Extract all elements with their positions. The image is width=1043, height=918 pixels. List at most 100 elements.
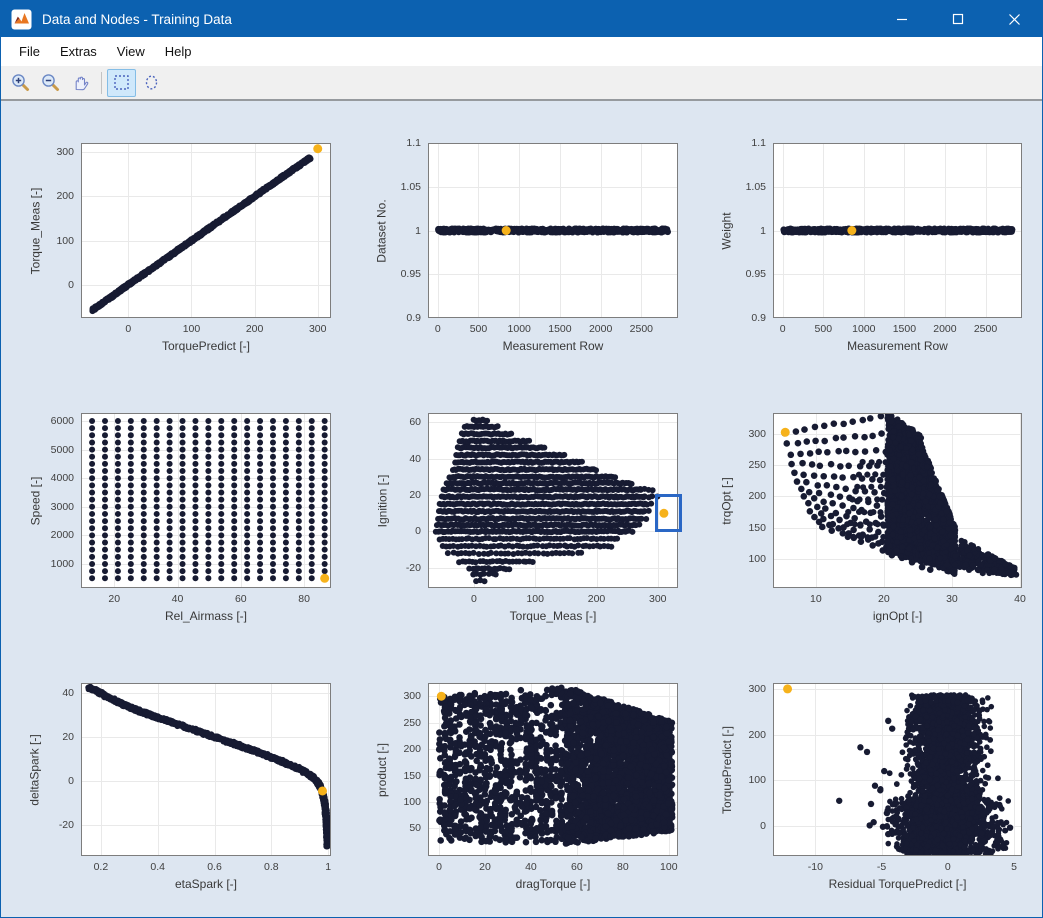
menu-bar: File Extras View Help — [1, 37, 1042, 66]
x-tick-label: 300 — [309, 323, 327, 335]
x-tick-label: 200 — [246, 323, 264, 335]
y-tick-label: 20 — [409, 489, 421, 501]
scatter-canvas[interactable] — [428, 683, 678, 856]
y-tick-label: 100 — [748, 553, 766, 565]
subplot-weight-vs-measurementrow[interactable]: Weight Measurement Row 05001000150020002… — [773, 143, 1022, 318]
x-tick-label: 0 — [436, 861, 442, 873]
y-tick-label: -20 — [406, 562, 421, 574]
window-title: Data and Nodes - Training Data — [42, 12, 874, 27]
y-tick-label: 0.9 — [406, 312, 421, 324]
x-axis-label: TorquePredict [-] — [81, 339, 331, 353]
maximize-button[interactable] — [930, 1, 986, 37]
y-tick-label: 3000 — [51, 501, 74, 513]
x-axis-label: etaSpark [-] — [81, 877, 331, 891]
x-axis-label: Torque_Meas [-] — [428, 609, 678, 623]
y-tick-label: 0 — [68, 279, 74, 291]
y-tick-label: 50 — [409, 822, 421, 834]
figure-canvas-area: Torque_Meas [-] TorquePredict [-] 010020… — [1, 101, 1042, 917]
x-axis-label: Measurement Row — [773, 339, 1022, 353]
pan-button[interactable] — [66, 69, 95, 97]
x-tick-label: 500 — [470, 323, 488, 335]
menu-help[interactable]: Help — [155, 40, 202, 63]
subplot-trqopt-vs-ignopt[interactable]: trqOpt [-] ignOpt [-] 102030401001502002… — [773, 413, 1022, 588]
y-tick-label: 2000 — [51, 529, 74, 541]
scatter-canvas[interactable] — [773, 143, 1022, 318]
rect-select-button[interactable] — [107, 69, 136, 97]
y-tick-label: 150 — [748, 522, 766, 534]
close-button[interactable] — [986, 1, 1042, 37]
scatter-canvas[interactable] — [81, 143, 331, 318]
scatter-canvas[interactable] — [773, 413, 1022, 588]
y-tick-label: 1.05 — [746, 181, 766, 193]
subplot-torquemeas-vs-torquepredict[interactable]: Torque_Meas [-] TorquePredict [-] 010020… — [81, 143, 331, 318]
ellipse-select-icon — [142, 73, 161, 92]
subplot-speed-vs-relairmass[interactable]: Speed [-] Rel_Airmass [-] 20406080100020… — [81, 413, 331, 588]
x-axis-label: Rel_Airmass [-] — [81, 609, 331, 623]
y-tick-label: 250 — [748, 459, 766, 471]
toolbar-separator — [101, 72, 102, 94]
y-tick-label: -20 — [59, 819, 74, 831]
x-tick-label: 0.4 — [150, 861, 165, 873]
subplot-product-vs-dragtorque[interactable]: product [-] dragTorque [-] 0204060801005… — [428, 683, 678, 856]
y-tick-label: 1 — [760, 225, 766, 237]
x-tick-label: 1000 — [852, 323, 875, 335]
y-tick-label: 200 — [748, 729, 766, 741]
y-tick-label: 300 — [403, 690, 421, 702]
x-tick-label: 0.2 — [94, 861, 109, 873]
x-tick-label: 40 — [172, 593, 184, 605]
zoom-in-button[interactable] — [6, 69, 35, 97]
ellipse-select-button[interactable] — [137, 69, 166, 97]
y-tick-label: 5000 — [51, 444, 74, 456]
scatter-canvas[interactable] — [81, 683, 331, 856]
y-tick-label: 1 — [415, 225, 421, 237]
scatter-canvas[interactable] — [428, 143, 678, 318]
x-tick-label: 80 — [298, 593, 310, 605]
x-tick-label: 20 — [108, 593, 120, 605]
x-tick-label: 100 — [660, 861, 678, 873]
window-controls — [874, 1, 1042, 37]
close-icon — [1008, 13, 1021, 26]
x-tick-label: 100 — [526, 593, 544, 605]
x-tick-label: -10 — [808, 861, 823, 873]
scatter-canvas[interactable] — [81, 413, 331, 588]
zoom-out-button[interactable] — [36, 69, 65, 97]
x-tick-label: 60 — [235, 593, 247, 605]
menu-extras[interactable]: Extras — [50, 40, 107, 63]
x-tick-label: 0.8 — [264, 861, 279, 873]
x-tick-label: 2000 — [933, 323, 956, 335]
selection-rectangle[interactable] — [655, 494, 682, 532]
window-titlebar[interactable]: Data and Nodes - Training Data — [1, 1, 1042, 37]
y-tick-label: 100 — [748, 774, 766, 786]
x-axis-label: ignOpt [-] — [773, 609, 1022, 623]
x-tick-label: 40 — [525, 861, 537, 873]
x-tick-label: 0.6 — [207, 861, 222, 873]
y-tick-label: 1.1 — [751, 137, 766, 149]
y-tick-label: 1.05 — [401, 181, 421, 193]
subplot-datasetno-vs-measurementrow[interactable]: Dataset No. Measurement Row 050010001500… — [428, 143, 678, 318]
scatter-canvas[interactable] — [773, 683, 1022, 856]
menu-view[interactable]: View — [107, 40, 155, 63]
x-tick-label: 5 — [1011, 861, 1017, 873]
menu-file[interactable]: File — [9, 40, 50, 63]
y-tick-label: 300 — [748, 683, 766, 695]
x-tick-label: 40 — [1014, 593, 1026, 605]
x-tick-label: 300 — [649, 593, 667, 605]
x-tick-label: 10 — [810, 593, 822, 605]
subplot-ignition-vs-torquemeas[interactable]: Ignition [-] Torque_Meas [-] 0100200300-… — [428, 413, 678, 588]
pan-hand-icon — [71, 73, 90, 92]
x-tick-label: 2000 — [589, 323, 612, 335]
y-tick-label: 200 — [403, 743, 421, 755]
y-tick-label: 250 — [403, 717, 421, 729]
subplot-torquepredict-vs-residual[interactable]: TorquePredict [-] Residual TorquePredict… — [773, 683, 1022, 856]
x-tick-label: 1500 — [893, 323, 916, 335]
x-axis-label: dragTorque [-] — [428, 877, 678, 891]
x-tick-label: 2500 — [974, 323, 997, 335]
x-tick-label: 1 — [325, 861, 331, 873]
x-tick-label: 1000 — [508, 323, 531, 335]
minimize-button[interactable] — [874, 1, 930, 37]
scatter-canvas[interactable] — [428, 413, 678, 588]
x-tick-label: 200 — [588, 593, 606, 605]
x-axis-label: Measurement Row — [428, 339, 678, 353]
maximize-icon — [952, 13, 964, 25]
subplot-deltaspark-vs-etaspark[interactable]: deltaSpark [-] etaSpark [-] 0.20.40.60.8… — [81, 683, 331, 856]
